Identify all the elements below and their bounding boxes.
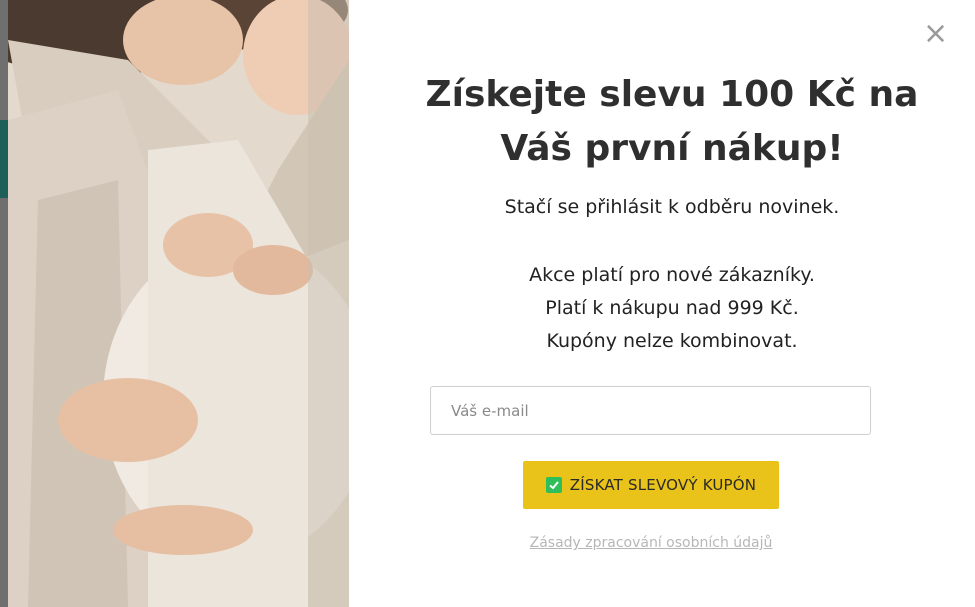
get-coupon-button[interactable]: ZÍSKAT SLEVOVÝ KUPÓN [523, 461, 779, 509]
background-header-bar-left [0, 120, 8, 198]
promo-rule: Kupóny nelze kombinovat. [546, 330, 798, 352]
pregnant-couple-photo [8, 0, 349, 607]
promo-rule: Platí k nákupu nad 999 Kč. [545, 297, 799, 319]
background-left-edge [0, 0, 8, 607]
popup-subtitle: Stačí se přihlásit k odběru novinek. [504, 196, 840, 218]
check-icon [545, 477, 562, 493]
popup-title-line-1: Získejte slevu 100 Kč na [425, 74, 919, 115]
close-icon[interactable]: × [923, 19, 948, 49]
promo-rules: Akce platí pro nové zákazníky. Platí k n… [369, 259, 975, 358]
email-field[interactable] [430, 386, 871, 435]
get-coupon-button-label: ZÍSKAT SLEVOVÝ KUPÓN [569, 476, 757, 494]
popup-title-line-2: Váš první nákup! [500, 128, 844, 169]
popup-photo [8, 0, 349, 607]
promo-rule: Akce platí pro nové zákazníky. [529, 264, 815, 286]
popup-content: × Získejte slevu 100 Kč na Váš první nák… [349, 0, 975, 607]
privacy-policy-link[interactable]: Zásady zpracování osobních údajů [520, 535, 782, 551]
popup-title: Získejte slevu 100 Kč na Váš první nákup… [369, 68, 975, 176]
newsletter-popup: × Získejte slevu 100 Kč na Váš první nák… [8, 0, 975, 607]
